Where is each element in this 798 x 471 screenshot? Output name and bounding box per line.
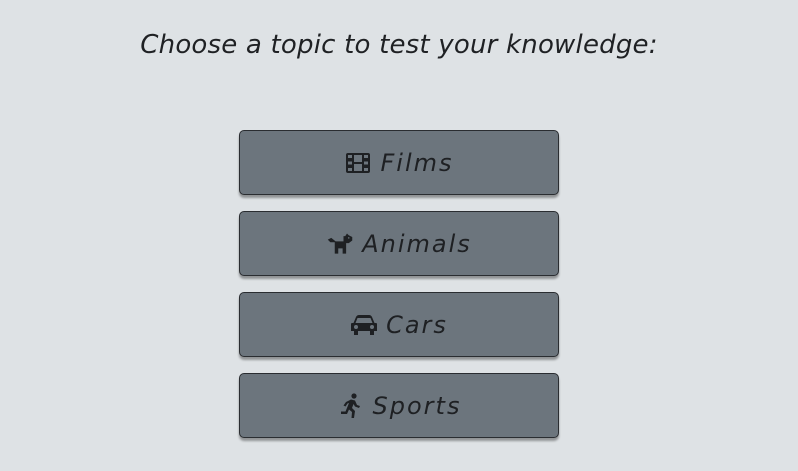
cars-label: Cars xyxy=(386,310,448,339)
films-label: Films xyxy=(380,148,454,177)
sports-button[interactable]: Sports xyxy=(239,373,559,438)
sports-label: Sports xyxy=(372,391,462,420)
page-prompt: Choose a topic to test your knowledge: xyxy=(140,30,658,60)
films-button[interactable]: Films xyxy=(239,130,559,195)
animals-label: Animals xyxy=(362,229,472,258)
topic-list: Films Animals Cars Sports xyxy=(239,130,559,438)
animals-button[interactable]: Animals xyxy=(239,211,559,276)
quiz-topic-page: Choose a topic to test your knowledge: F… xyxy=(0,0,798,471)
car-icon xyxy=(350,311,378,339)
running-person-icon xyxy=(337,392,365,420)
film-icon xyxy=(344,149,372,177)
dog-icon xyxy=(326,230,354,258)
cars-button[interactable]: Cars xyxy=(239,292,559,357)
